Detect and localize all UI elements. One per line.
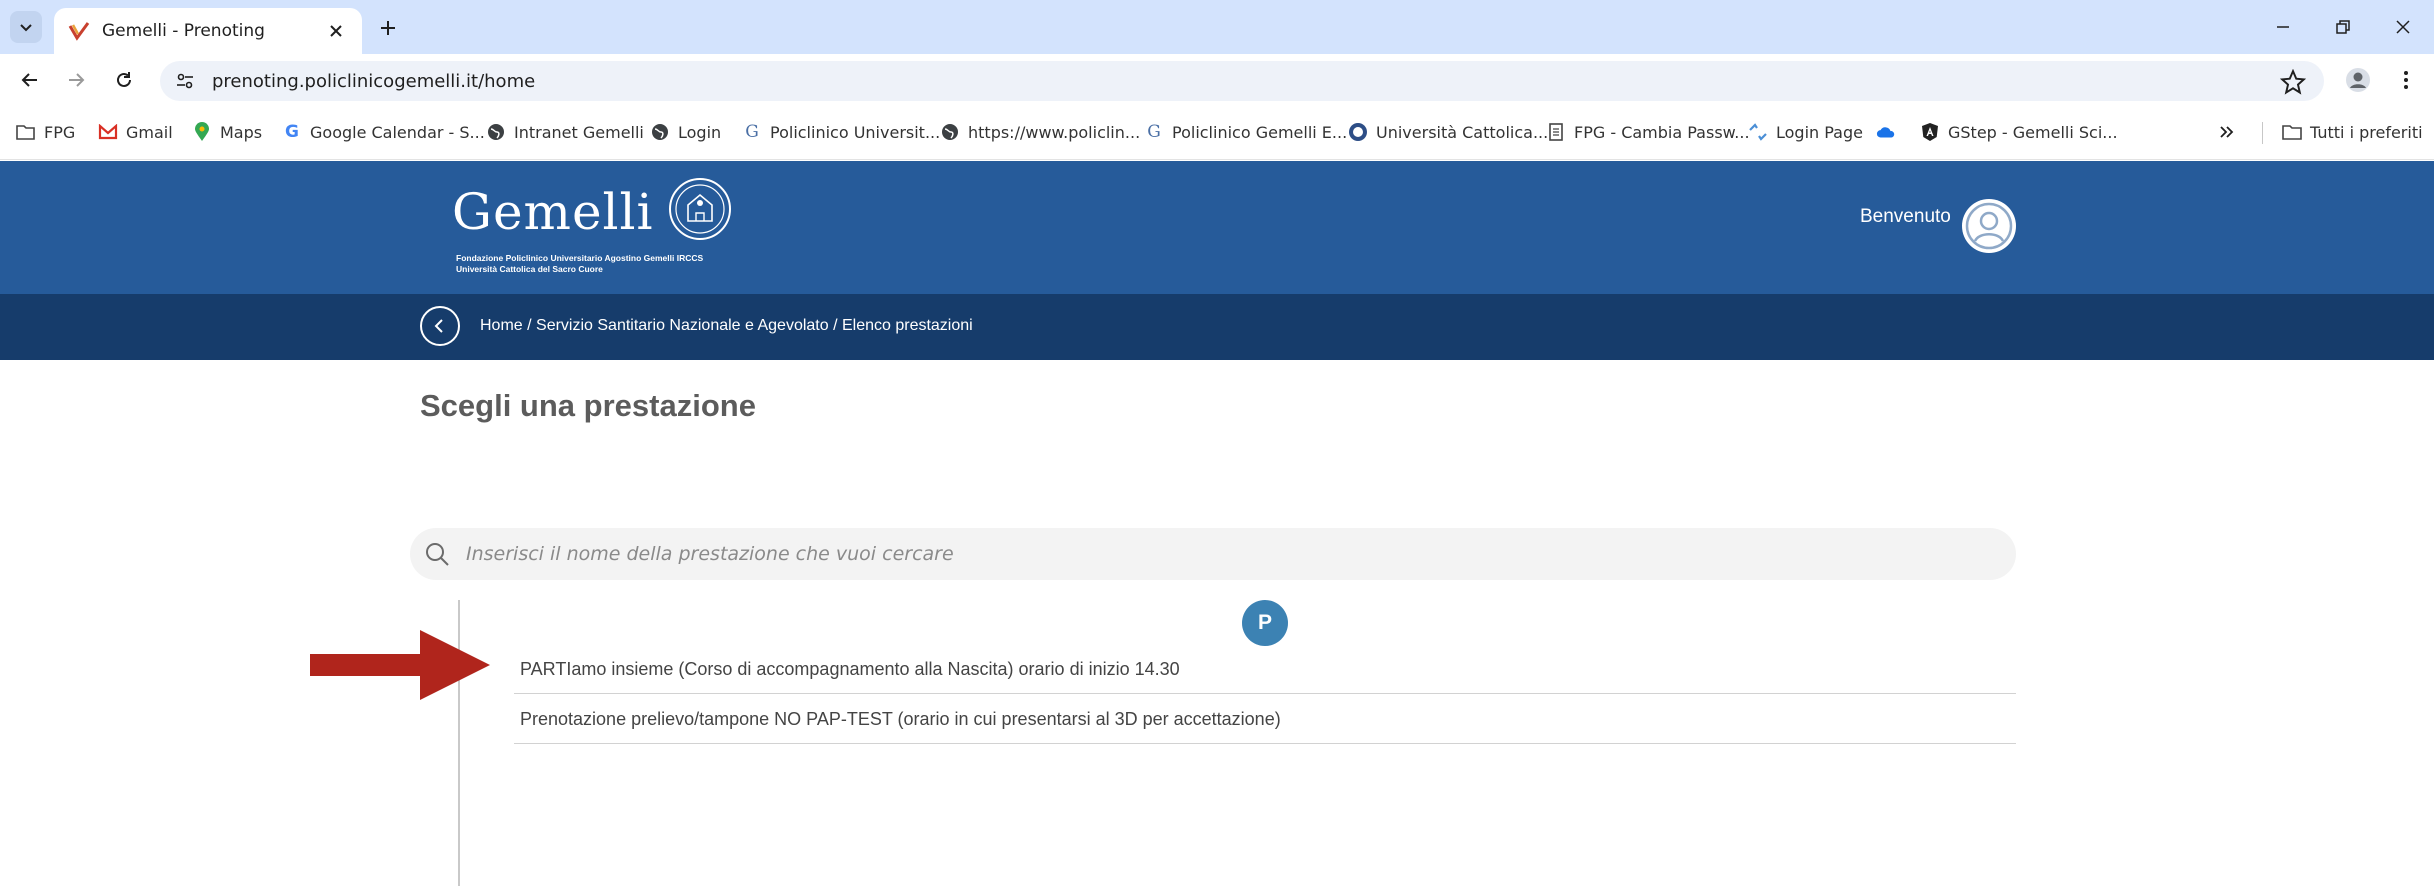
bookmark-login-page[interactable]: Login Page (1748, 118, 1863, 146)
bookmark-google-calendar[interactable]: G Google Calendar - S... (282, 118, 485, 146)
bookmarks-divider (2262, 122, 2263, 144)
user-avatar[interactable] (1962, 199, 2016, 253)
browser-toolbar: prenoting.policlinicogemelli.it/home (0, 54, 2434, 106)
folder-gear-icon (16, 122, 36, 142)
browser-tab[interactable]: Gemelli - Prenoting (54, 8, 362, 54)
bookmark-policlinico-gemelli[interactable]: G Policlinico Gemelli E... (1144, 118, 1347, 146)
globe-icon (940, 122, 960, 142)
kebab-menu-icon (2404, 71, 2408, 89)
chevron-left-icon (434, 319, 443, 333)
breadcrumb-bar: Home / Servizio Santitario Nazionale e A… (0, 294, 2434, 360)
globe-icon (486, 122, 506, 142)
gemelli-favicon-icon (68, 22, 90, 41)
close-tab-icon[interactable] (324, 19, 348, 43)
cloud-icon (1876, 122, 1896, 142)
browser-menu-button[interactable] (2390, 64, 2422, 96)
bookmark-fpg-cambia-password[interactable]: FPG - Cambia Passw... (1546, 118, 1750, 146)
logo-subtitle-foundation: Fondazione Policlinico Universitario Ago… (456, 253, 704, 263)
reload-button[interactable] (108, 64, 140, 96)
bookmarks-overflow-button[interactable] (2218, 118, 2236, 146)
bookmark-gmail[interactable]: Gmail (98, 118, 173, 146)
bookmark-maps[interactable]: Maps (192, 118, 262, 146)
maps-pin-icon (192, 122, 212, 142)
back-nav-button[interactable] (14, 64, 46, 96)
close-icon (2396, 20, 2410, 34)
minimize-icon (2277, 26, 2289, 28)
search-input[interactable] (466, 543, 1966, 565)
bookmark-policlinico-url[interactable]: https://www.policlin... (940, 118, 1140, 146)
plus-icon (381, 21, 395, 35)
globe-icon (650, 122, 670, 142)
double-chevron-right-icon (2220, 126, 2234, 138)
minimize-window-button[interactable] (2266, 10, 2300, 44)
google-g-icon: G (285, 122, 299, 142)
page-title: Scegli una prestazione (420, 388, 756, 423)
chevron-down-icon (20, 24, 32, 32)
sync-icon (1748, 122, 1768, 142)
gmail-icon (98, 122, 118, 142)
back-button[interactable] (420, 306, 460, 346)
university-seal-icon (669, 178, 731, 240)
bookmark-gstep[interactable]: GStep - Gemelli Sci... (1920, 118, 2118, 146)
tab-search-button[interactable] (10, 11, 42, 43)
prestazione-item[interactable]: PARTIamo insieme (Corso di accompagnamen… (514, 646, 2016, 694)
profile-button[interactable] (2342, 64, 2374, 96)
tab-title: Gemelli - Prenoting (102, 21, 265, 41)
page-icon (1546, 122, 1566, 142)
bookmark-intranet-gemelli[interactable]: Intranet Gemelli (486, 118, 644, 146)
letter-badge: P (1242, 600, 1288, 646)
folder-icon (2282, 122, 2302, 142)
browser-tab-strip: Gemelli - Prenoting (0, 0, 2434, 54)
bookmarks-bar: FPG Gmail Maps G Google Calendar - S... … (0, 106, 2434, 160)
search-icon (420, 537, 454, 571)
welcome-text: Benvenuto (1860, 206, 1951, 227)
red-arrow-annotation (310, 630, 490, 700)
new-tab-button[interactable] (372, 12, 404, 44)
logo-subtitle-university: Università Cattolica del Sacro Cuore (456, 264, 603, 274)
restore-window-button[interactable] (2326, 10, 2360, 44)
url-text: prenoting.policlinicogemelli.it/home (212, 70, 536, 92)
search-box[interactable] (410, 528, 2016, 580)
restore-icon (2336, 20, 2350, 34)
bookmark-star-icon[interactable] (2280, 69, 2306, 95)
site-info-icon[interactable] (172, 68, 198, 94)
user-icon (1965, 202, 2013, 250)
arrow-left-icon (21, 73, 37, 87)
close-window-button[interactable] (2386, 10, 2420, 44)
bookmark-login[interactable]: Login (650, 118, 721, 146)
university-seal-icon (1348, 122, 1368, 142)
bookmark-universita-cattolica[interactable]: Università Cattolica... (1348, 118, 1548, 146)
angular-icon (1920, 122, 1940, 142)
gemelli-logo-text[interactable]: Gemelli (452, 183, 654, 241)
arrow-right-icon (69, 73, 85, 87)
all-bookmarks-folder[interactable]: Tutti i preferiti (2282, 118, 2423, 146)
bookmark-fpg[interactable]: FPG (16, 118, 75, 146)
prestazione-item[interactable]: Prenotazione prelievo/tampone NO PAP-TES… (514, 696, 2016, 744)
gemelli-g-icon: G (745, 122, 759, 142)
gemelli-g-icon: G (1147, 122, 1161, 142)
profile-icon (2346, 68, 2370, 92)
breadcrumb[interactable]: Home / Servizio Santitario Nazionale e A… (480, 317, 973, 335)
bookmark-policlinico-universitario[interactable]: G Policlinico Universit... (742, 118, 940, 146)
site-header: Gemelli Fondazione Policlinico Universit… (0, 161, 2434, 294)
reload-icon (117, 72, 131, 87)
forward-nav-button[interactable] (60, 64, 92, 96)
bookmark-onedrive[interactable] (1876, 118, 1904, 146)
address-bar[interactable]: prenoting.policlinicogemelli.it/home (160, 61, 2324, 101)
